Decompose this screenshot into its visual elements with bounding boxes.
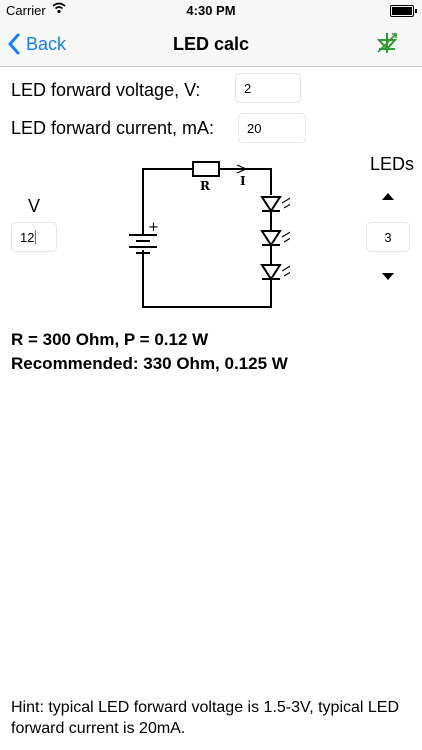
result-line-2: Recommended: 330 Ohm, 0.125 W — [11, 354, 288, 373]
battery-plus-label: + — [148, 220, 159, 235]
leds-label: LEDs — [370, 154, 415, 174]
leds-decrement-button[interactable] — [382, 273, 394, 280]
result-line-1: R = 300 Ohm, P = 0.12 W — [11, 330, 209, 349]
leds-count-value: 3 — [384, 229, 392, 245]
page-title: LED calc — [172, 34, 250, 54]
leds-count-field[interactable]: 3 — [366, 222, 410, 252]
variable-led-icon[interactable] — [374, 30, 400, 56]
supply-voltage-field[interactable]: 12 — [11, 222, 57, 252]
current-label: LED forward current, mA: — [11, 118, 215, 138]
voltage-label: LED forward voltage, V: — [11, 80, 201, 100]
supply-voltage-label: V — [28, 196, 41, 216]
voltage-field[interactable]: 2 — [235, 73, 301, 103]
text-cursor — [35, 230, 37, 244]
current-field[interactable]: 20 — [238, 113, 306, 143]
leds-increment-button[interactable] — [382, 193, 394, 200]
current-value: 20 — [247, 120, 262, 136]
resistor-label: R — [200, 179, 211, 193]
status-time: 4:30 PM — [186, 3, 236, 18]
navigation-bar: Back LED calc — [0, 22, 422, 67]
voltage-value: 2 — [244, 80, 252, 96]
battery-icon — [390, 5, 417, 17]
supply-voltage-value: 12 — [20, 229, 35, 245]
hint-text: Hint: typical LED forward voltage is 1.5… — [11, 699, 400, 737]
circuit-diagram: R I + — [129, 161, 290, 308]
status-bar: Carrier 4:30 PM — [0, 0, 422, 22]
current-symbol-label: I — [240, 174, 246, 188]
